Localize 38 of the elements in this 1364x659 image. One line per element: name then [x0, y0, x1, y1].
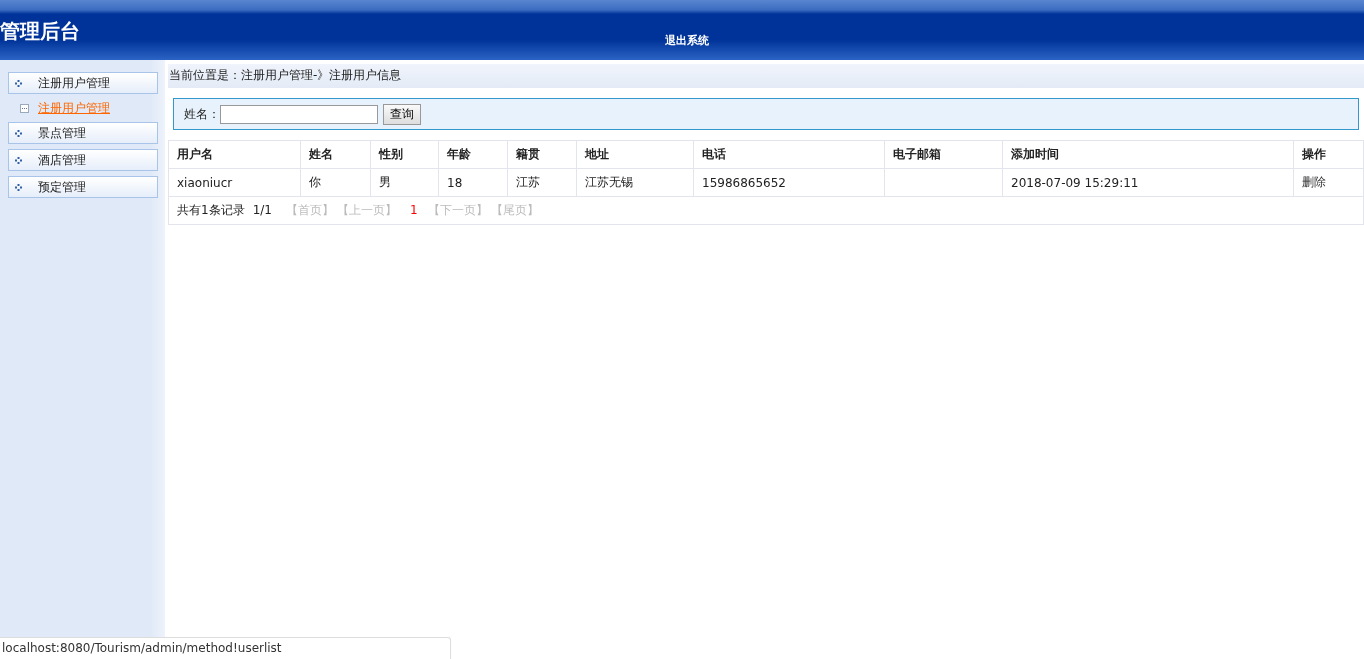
table-cell: 你 [300, 168, 371, 197]
menu-group[interactable]: 酒店管理 [8, 149, 158, 171]
table-cell: 2018-07-09 15:29:11 [1002, 168, 1294, 197]
current-page[interactable]: 1 [409, 203, 418, 217]
status-bar-url: localhost:8080/Tourism/admin/method!userlist [0, 637, 451, 659]
column-header: 性别 [370, 140, 439, 169]
column-header: 年龄 [438, 140, 508, 169]
collapse-icon [20, 103, 29, 113]
app-title: 管理后台 [0, 17, 80, 45]
table-cell: 江苏无锡 [576, 168, 694, 197]
column-header: 用户名 [168, 140, 301, 169]
dots-icon [15, 183, 22, 191]
column-header: 操作 [1293, 140, 1364, 169]
logout-link[interactable]: 退出系统 [665, 33, 709, 48]
table-cell: 江苏 [507, 168, 577, 197]
query-button[interactable]: 查询 [383, 103, 421, 125]
table-cell: 男 [370, 168, 439, 197]
name-label: 姓名： [184, 105, 220, 123]
dots-icon [15, 156, 22, 164]
table-cell: 18 [438, 168, 508, 197]
record-count: 共有1条记录 [177, 203, 245, 217]
menu-group[interactable]: 注册用户管理 [8, 72, 158, 94]
table-cell: 15986865652 [693, 168, 885, 197]
column-header: 添加时间 [1002, 140, 1294, 169]
delete-link[interactable]: 删除 [1302, 175, 1326, 189]
column-header: 地址 [576, 140, 694, 169]
menu-group[interactable]: 景点管理 [8, 122, 158, 144]
column-header: 电话 [693, 140, 885, 169]
breadcrumb: 当前位置是：注册用户管理-》注册用户信息 [168, 64, 1364, 88]
page-count: 1/1 [252, 203, 272, 217]
column-header: 电子邮箱 [884, 140, 1003, 169]
menu-group[interactable]: 预定管理 [8, 176, 158, 198]
column-header: 姓名 [300, 140, 371, 169]
dots-icon [15, 79, 22, 87]
dots-icon [15, 129, 22, 137]
table-cell: xiaoniucr [168, 168, 301, 197]
name-input-field[interactable] [220, 104, 378, 124]
column-header: 籍贯 [507, 140, 577, 169]
